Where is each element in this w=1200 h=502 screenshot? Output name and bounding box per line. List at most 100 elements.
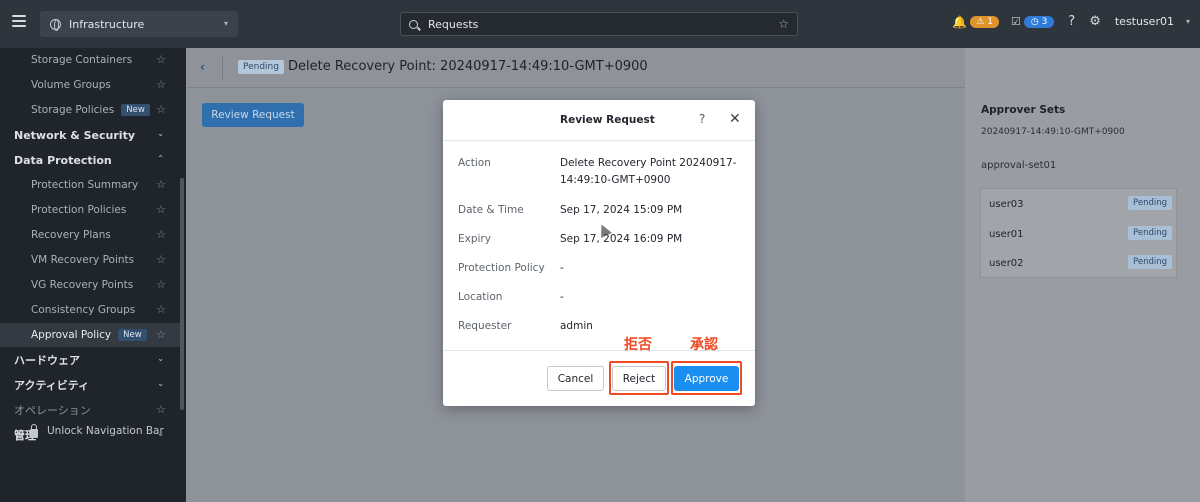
star-icon[interactable]: ☆ (156, 328, 166, 341)
sidebar-item-hardware[interactable]: ハードウェア ⌄ (0, 348, 180, 372)
field-label-protection-policy: Protection Policy (458, 262, 545, 274)
sidebar-item-label: VM Recovery Points (31, 254, 135, 266)
status-badge: Pending (238, 60, 284, 74)
approver-user: user01 (989, 228, 1024, 240)
sidebar-item-label: Data Protection (14, 153, 112, 167)
field-value-requester: admin (560, 320, 593, 332)
sidebar-item-label: オペレーション (14, 404, 91, 417)
field-label-location: Location (458, 291, 503, 303)
sidebar-item-protection-summary[interactable]: Protection Summary ☆ (0, 173, 180, 197)
star-icon[interactable]: ☆ (778, 17, 789, 31)
sidebar-item-storage-policies[interactable]: Storage Policies New ☆ (0, 98, 180, 122)
review-request-button[interactable]: Review Request (202, 103, 304, 127)
tasks-icon[interactable]: ☑ (1011, 15, 1021, 28)
field-label-date-time: Date & Time (458, 204, 524, 216)
search-value: Requests (428, 17, 479, 31)
star-icon[interactable]: ☆ (156, 278, 166, 291)
cancel-button[interactable]: Cancel (547, 366, 604, 391)
sidebar-item-label: Consistency Groups (31, 304, 136, 316)
unlock-navigation-bar[interactable]: Unlock Navigation Bar (30, 423, 164, 438)
search-icon (409, 19, 418, 29)
alert-count: 1 (987, 16, 993, 27)
bell-icon[interactable]: 🔔 (952, 15, 967, 29)
back-chevron-icon[interactable]: ‹ (200, 60, 205, 74)
approver-user: user02 (989, 257, 1024, 269)
sidebar-item-operations[interactable]: オペレーション ☆ (0, 398, 180, 422)
sidebar-item-data-protection[interactable]: Data Protection ⌃ (0, 148, 180, 172)
sidebar-item-storage-containers[interactable]: Storage Containers ☆ (0, 48, 180, 72)
field-label-requester: Requester (458, 320, 512, 332)
sidebar-item-label: Approval Policy (31, 329, 112, 341)
task-count: 3 (1041, 16, 1048, 27)
star-icon[interactable]: ☆ (156, 203, 166, 216)
sidebar-item-label: ハードウェア (14, 354, 80, 367)
status-badge: Pending (1128, 196, 1172, 210)
alert-badge[interactable]: ⚠ 1 (970, 15, 999, 28)
chevron-up-icon: ⌃ (157, 154, 164, 163)
reject-annotation-box (609, 361, 669, 395)
chevron-down-icon: ▾ (223, 19, 228, 28)
menu-icon[interactable] (12, 15, 26, 27)
star-icon[interactable]: ☆ (156, 78, 166, 91)
new-badge: New (118, 329, 147, 341)
approver-user: user03 (989, 198, 1024, 210)
sidebar-item-network-security[interactable]: Network & Security ⌄ (0, 123, 180, 147)
sidebar-item-label: Storage Policies (31, 104, 115, 116)
search-input[interactable]: Requests ☆ (400, 12, 798, 36)
help-icon[interactable]: ? (1068, 14, 1075, 29)
dialog-header: Review Request ? ✕ (443, 100, 755, 141)
status-badge: Pending (1128, 255, 1172, 269)
approver-sets-subtitle: 20240917-14:49:10-GMT+0900 (981, 127, 1125, 137)
chevron-down-icon: ⌄ (157, 354, 164, 363)
sidebar-scrollbar[interactable] (180, 178, 184, 410)
page-title: Delete Recovery Point: 20240917-14:49:10… (288, 59, 648, 74)
help-icon[interactable]: ? (699, 112, 705, 126)
star-icon[interactable]: ☆ (156, 178, 166, 191)
star-icon[interactable]: ☆ (156, 53, 166, 66)
status-badge: Pending (1128, 226, 1172, 240)
lock-icon (30, 423, 38, 438)
approver-sets-title: Approver Sets (981, 104, 1066, 116)
sidebar-item-label: Protection Policies (31, 204, 127, 216)
task-badge[interactable]: ◷ 3 (1023, 15, 1055, 28)
star-icon[interactable]: ☆ (156, 303, 166, 316)
sidebar-item-recovery-plans[interactable]: Recovery Plans ☆ (0, 223, 180, 247)
list-item: user01 Pending (981, 219, 1178, 249)
approve-annotation-label: 承認 (690, 337, 718, 353)
star-icon[interactable]: ☆ (156, 253, 166, 266)
field-value-action: Delete Recovery Point 20240917-14:49:10-… (560, 157, 737, 186)
sidebar-item-label: VG Recovery Points (31, 279, 134, 291)
user-menu[interactable]: testuser01 (1115, 15, 1174, 28)
chevron-down-icon[interactable]: ▾ (1186, 17, 1190, 26)
sidebar-item-activity[interactable]: アクティビティ ⌄ (0, 373, 180, 397)
field-label-action: Action (458, 157, 491, 169)
star-icon[interactable]: ☆ (156, 103, 166, 116)
sidebar-item-protection-policies[interactable]: Protection Policies ☆ (0, 198, 180, 222)
sidebar-item-label: Protection Summary (31, 179, 139, 191)
field-value-date-time: Sep 17, 2024 15:09 PM (560, 204, 683, 216)
close-icon[interactable]: ✕ (729, 111, 741, 127)
star-icon[interactable]: ☆ (156, 228, 166, 241)
sidebar-item-label: Storage Containers (31, 54, 133, 66)
sidebar-item-volume-groups[interactable]: Volume Groups ☆ (0, 73, 180, 97)
divider (222, 56, 223, 80)
sidebar-item-vg-recovery-points[interactable]: VG Recovery Points ☆ (0, 273, 180, 297)
sidebar-item-approval-policy[interactable]: Approval Policy New ☆ (0, 323, 180, 347)
new-badge: New (121, 104, 150, 116)
sidebar-item-label: アクティビティ (14, 379, 90, 392)
approve-annotation-box (671, 361, 742, 395)
sidebar: Storage Containers ☆ Volume Groups ☆ Stora… (0, 48, 186, 502)
chevron-down-icon: ⌄ (157, 129, 164, 138)
app-switcher[interactable]: Infrastructure ▾ (40, 11, 238, 37)
approval-set-name: approval-set01 (981, 160, 1057, 171)
gear-icon[interactable]: ⚙ (1089, 14, 1101, 29)
sidebar-item-label: Recovery Plans (31, 229, 111, 241)
chevron-down-icon: ⌄ (157, 379, 164, 388)
sidebar-item-label: Network & Security (14, 128, 135, 142)
globe-icon (50, 18, 61, 31)
star-icon[interactable]: ☆ (156, 403, 166, 416)
sidebar-item-consistency-groups[interactable]: Consistency Groups ☆ (0, 298, 180, 322)
field-value-location: - (560, 291, 564, 303)
sidebar-item-vm-recovery-points[interactable]: VM Recovery Points ☆ (0, 248, 180, 272)
field-label-expiry: Expiry (458, 233, 491, 245)
